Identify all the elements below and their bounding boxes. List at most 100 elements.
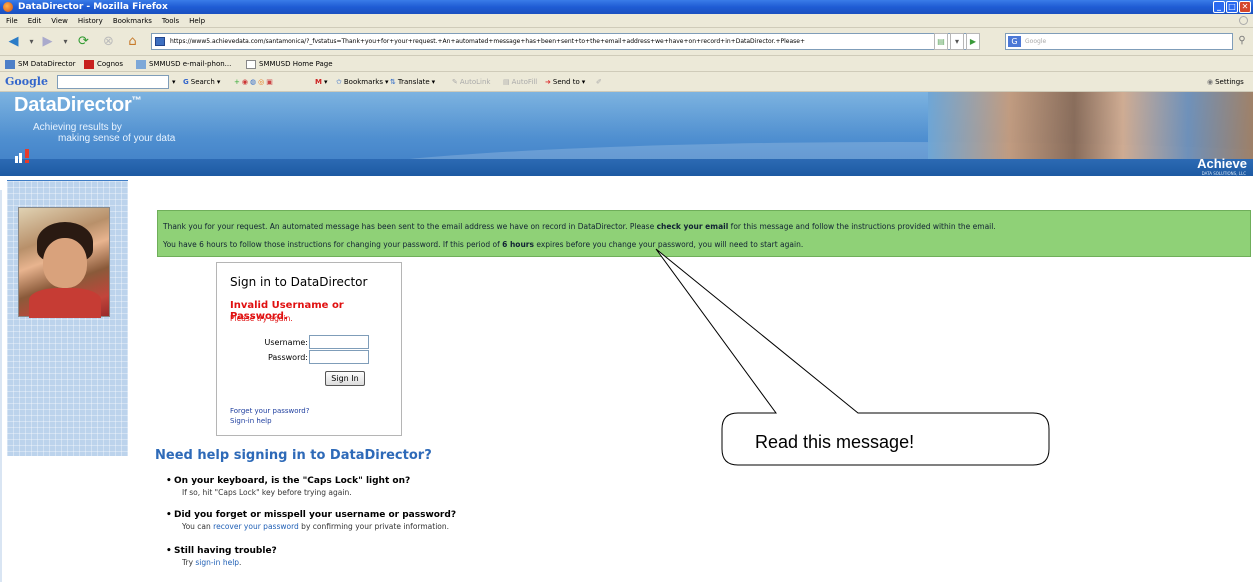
tagline-line-2: making sense of your data xyxy=(58,133,176,144)
throbber-icon xyxy=(1239,16,1248,25)
spellcheck-icon: ◎ xyxy=(258,78,265,86)
minimize-button[interactable]: _ xyxy=(1213,1,1225,13)
left-edge-border xyxy=(0,190,2,582)
url-input[interactable]: https://www5.achievedata.com/santamonica… xyxy=(151,33,976,50)
bookmark-sm-datadirector[interactable]: SM DataDirector xyxy=(5,56,76,72)
forgot-password-link[interactable]: Forget your password? xyxy=(230,407,309,415)
autolink-icon: ✎ xyxy=(452,78,458,86)
reload-icon[interactable]: ⟳ xyxy=(76,34,91,49)
settings-button[interactable]: ◉ Settings xyxy=(1207,72,1244,92)
bookmark-smmusd-email[interactable]: SMMUSD e-mail-phon... xyxy=(136,56,231,72)
help-question-text: On your keyboard, is the "Caps Lock" lig… xyxy=(174,476,411,486)
url-dropdown-icon[interactable]: ▾ xyxy=(950,33,964,50)
message-line-2: You have 6 hours to follow those instruc… xyxy=(163,240,804,249)
google-g-icon: G xyxy=(183,78,189,86)
help-question-forgot: • Did you forget or misspell your userna… xyxy=(166,510,457,520)
signin-title: Sign in to DataDirector xyxy=(230,275,368,289)
star-icon: ✩ xyxy=(336,78,342,86)
recover-password-link[interactable]: recover your password xyxy=(213,522,299,531)
google-search-engine-icon[interactable]: G xyxy=(1008,36,1021,47)
help-answer-trouble: Try sign-in help. xyxy=(182,558,242,567)
help-question-trouble: • Still having trouble? xyxy=(166,546,277,556)
gmail-button[interactable]: M ▾ xyxy=(315,72,327,92)
message-line-1: Thank you for your request. An automated… xyxy=(163,222,996,231)
forward-dropdown-icon[interactable]: ▾ xyxy=(58,34,73,49)
bookmark-label: SMMUSD Home Page xyxy=(259,60,333,68)
menu-edit[interactable]: Edit xyxy=(28,14,42,27)
password-input[interactable] xyxy=(309,350,369,364)
help-question-text: Did you forget or misspell your username… xyxy=(174,510,457,520)
menu-bookmarks[interactable]: Bookmarks xyxy=(113,14,152,27)
stop-icon[interactable]: ⊗ xyxy=(101,34,116,49)
header-strip xyxy=(0,159,1253,176)
google-dropdown-icon[interactable]: ▾ xyxy=(172,72,176,92)
google-logo[interactable]: Google xyxy=(5,72,48,92)
translate-button[interactable]: ⇅ Translate ▾ xyxy=(390,72,435,92)
help-question-caps-lock: • On your keyboard, is the "Caps Lock" l… xyxy=(166,476,411,486)
autofill-icon: ▤ xyxy=(503,78,510,86)
bookmark-smmusd-home[interactable]: SMMUSD Home Page xyxy=(246,56,333,72)
signin-button[interactable]: Sign In xyxy=(325,371,365,386)
signin-help-inline-link[interactable]: sign-in help xyxy=(195,558,239,567)
chevron-down-icon: ▾ xyxy=(216,78,221,86)
bullet-icon: • xyxy=(166,546,172,556)
google-search-button[interactable]: G Search ▾ xyxy=(183,72,220,92)
photo-face xyxy=(43,238,87,288)
menu-file[interactable]: File xyxy=(6,14,18,27)
confirmation-message: Thank you for your request. An automated… xyxy=(157,210,1251,257)
signin-error-sub: Please try again. xyxy=(230,314,293,323)
autolink-button[interactable]: ✎ AutoLink xyxy=(452,72,490,92)
datadirector-header: DataDirector™ Achieving results by makin… xyxy=(0,92,1253,176)
menu-view[interactable]: View xyxy=(51,14,68,27)
bullet-icon: • xyxy=(166,476,172,486)
window-title: DataDirector - Mozilla Firefox xyxy=(18,2,168,12)
callout-text: Read this message! xyxy=(755,432,915,452)
email-bookmark-icon xyxy=(136,59,146,69)
gmail-icon: M xyxy=(315,78,322,86)
go-icon[interactable]: ▶ xyxy=(966,33,980,50)
close-button[interactable]: ✕ xyxy=(1239,1,1251,13)
sendto-button[interactable]: ➜ Send to ▾ xyxy=(545,72,585,92)
menu-bar: File Edit View History Bookmarks Tools H… xyxy=(0,14,1253,28)
bookmark-label: SM DataDirector xyxy=(18,60,76,68)
bar-chart-logo-icon xyxy=(15,149,29,163)
page-bookmark-icon xyxy=(246,59,256,69)
google-search-input[interactable] xyxy=(57,75,169,89)
help-title: Need help signing in to DataDirector? xyxy=(155,448,432,463)
back-icon[interactable]: ◀ xyxy=(6,34,21,49)
chevron-down-icon: ▾ xyxy=(431,78,436,86)
pagerank-icon: ◉ xyxy=(241,78,248,86)
search-input[interactable]: G Google xyxy=(1005,33,1233,50)
forward-icon[interactable]: ▶ xyxy=(40,34,55,49)
bookmark-label: Cognos xyxy=(97,60,123,68)
bookmark-label: SMMUSD e-mail-phon... xyxy=(149,60,232,68)
username-input[interactable] xyxy=(309,335,369,349)
menu-tools[interactable]: Tools xyxy=(162,14,179,27)
menu-history[interactable]: History xyxy=(78,14,103,27)
search-icon[interactable]: ⚲ xyxy=(1235,34,1249,48)
wrench-icon: ◉ xyxy=(1207,78,1214,86)
sidewiki-icon: ▣ xyxy=(266,78,273,86)
username-label: Username: xyxy=(264,338,308,347)
signin-help-link[interactable]: Sign-in help xyxy=(230,417,272,425)
autofill-button[interactable]: ▤ AutoFill xyxy=(503,72,537,92)
back-dropdown-icon[interactable]: ▾ xyxy=(24,34,39,49)
bookmark-cognos[interactable]: Cognos xyxy=(84,56,123,72)
maximize-button[interactable]: □ xyxy=(1226,1,1238,13)
firefox-icon xyxy=(3,2,13,12)
bullet-icon: • xyxy=(166,510,172,520)
student-photo xyxy=(18,207,110,318)
google-toolbar-icons[interactable]: + ◉ ◍ ◎ ▣ xyxy=(234,72,273,92)
google-bookmarks-button[interactable]: ✩ Bookmarks ▾ xyxy=(336,72,389,92)
home-icon[interactable]: ⌂ xyxy=(125,34,140,49)
translate-icon: ⇅ xyxy=(390,78,396,86)
menu-help[interactable]: Help xyxy=(189,14,205,27)
rss-icon[interactable]: ▤ xyxy=(934,33,948,50)
achieve-logo[interactable]: Achieve xyxy=(1197,156,1247,171)
bookmarks-label: Bookmarks xyxy=(343,78,383,86)
autofill-label: AutoFill xyxy=(511,78,538,86)
chevron-down-icon: ▾ xyxy=(384,78,389,86)
highlight-icon[interactable]: ✐ xyxy=(596,72,602,92)
datadirector-logo[interactable]: DataDirector™ xyxy=(14,94,142,117)
datadirector-bookmark-icon xyxy=(5,59,15,69)
